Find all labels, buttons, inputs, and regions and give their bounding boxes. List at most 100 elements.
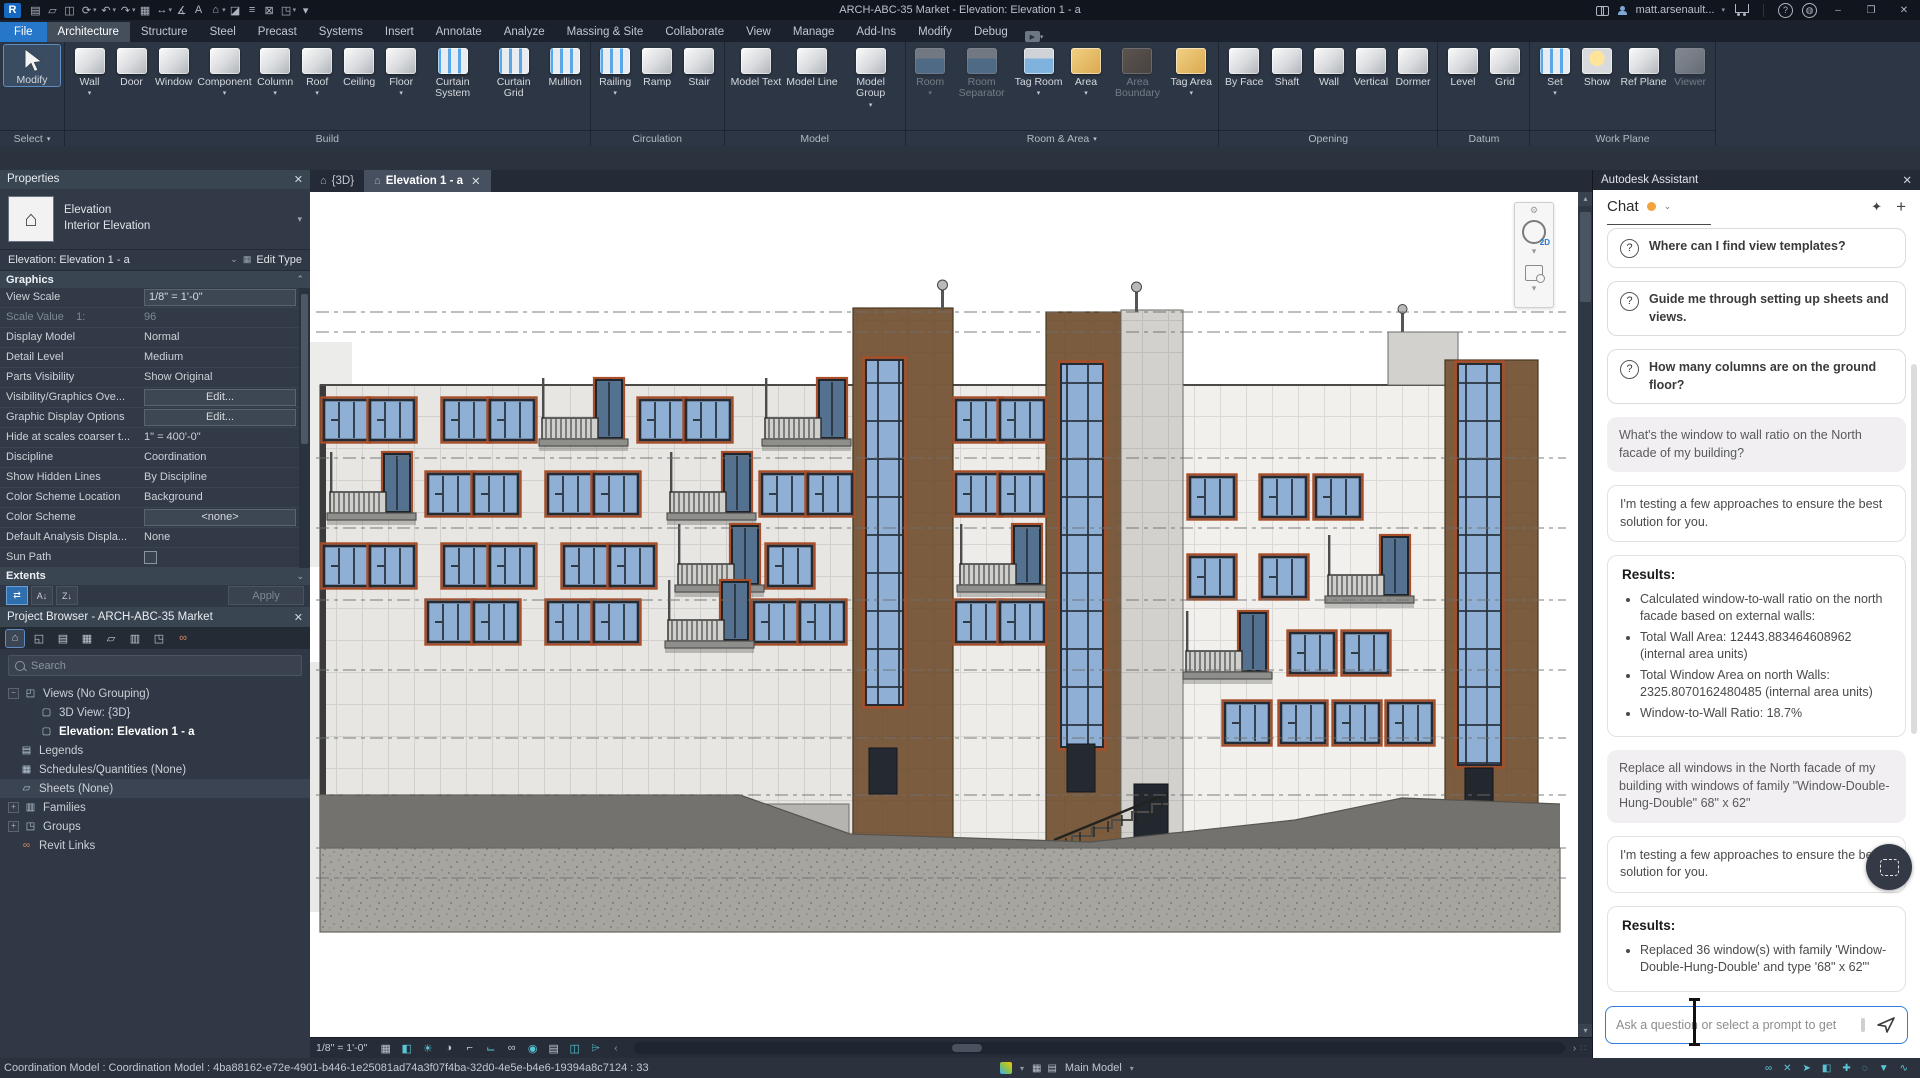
- dormer-button[interactable]: Dormer: [1392, 45, 1433, 88]
- save-icon[interactable]: ◫: [61, 2, 78, 18]
- show-button[interactable]: Show: [1576, 45, 1617, 88]
- vertical-scrollbar[interactable]: ▴ ▾: [1578, 192, 1593, 1038]
- text-icon[interactable]: A: [190, 2, 207, 18]
- property-text[interactable]: Coordination: [144, 451, 206, 463]
- view-scale-button[interactable]: 1/8" = 1'-0": [310, 1042, 375, 1054]
- panel-label-build[interactable]: Build: [65, 130, 590, 146]
- reveal-hidden-elements-icon[interactable]: ◉: [522, 1042, 543, 1055]
- vertical-button[interactable]: Vertical: [1350, 45, 1391, 88]
- tab-analyze[interactable]: Analyze: [493, 22, 556, 42]
- main-model-label[interactable]: Main Model: [1065, 1062, 1122, 1074]
- search-input[interactable]: Search: [8, 655, 302, 676]
- chat-scrollbar[interactable]: [1911, 364, 1917, 734]
- window-button[interactable]: Window: [153, 45, 194, 88]
- model-group-chevron-icon[interactable]: ▾: [869, 101, 873, 109]
- model-text-button[interactable]: Model Text: [729, 45, 784, 88]
- roof-chevron-icon[interactable]: ▾: [315, 89, 319, 97]
- tab-file[interactable]: File: [0, 22, 47, 42]
- tag-area-button[interactable]: Tag Area▾: [1168, 45, 1213, 97]
- selection-circle-icon[interactable]: ◌: [1862, 1063, 1868, 1074]
- crop-view-icon[interactable]: ⌐: [459, 1042, 480, 1055]
- wall-chevron-icon[interactable]: ▾: [88, 89, 92, 97]
- apply-button[interactable]: Apply: [228, 586, 304, 605]
- tree-item-families[interactable]: +▥Families: [0, 798, 310, 817]
- panel-label-datum[interactable]: Datum: [1438, 130, 1529, 146]
- view-tab-close-icon[interactable]: ✕: [471, 174, 481, 188]
- property-text[interactable]: Normal: [144, 331, 179, 343]
- horizontal-scroll-thumb[interactable]: [952, 1044, 982, 1052]
- tab-add-ins[interactable]: Add-Ins: [845, 22, 907, 42]
- home-icon[interactable]: ⌂: [6, 630, 24, 647]
- component-button[interactable]: Component▾: [195, 45, 253, 97]
- tab-manage[interactable]: Manage: [782, 22, 846, 42]
- roof-button[interactable]: Roof▾: [297, 45, 338, 97]
- expand-icon[interactable]: −: [8, 688, 19, 699]
- navigation-bar[interactable]: ⚙ ▾ ▾: [1514, 202, 1554, 308]
- ref-plane-button[interactable]: Ref Plane: [1618, 45, 1668, 88]
- assistant-close-icon[interactable]: ✕: [1902, 173, 1912, 187]
- shadows-icon[interactable]: ◑: [438, 1042, 459, 1055]
- modify-button[interactable]: Modify: [4, 45, 60, 86]
- property-text[interactable]: Show Original: [144, 371, 212, 383]
- redo-icon-chevron[interactable]: ▾: [132, 6, 136, 14]
- tag-room-button[interactable]: Tag Room▾: [1013, 45, 1065, 97]
- grid-button[interactable]: Grid: [1484, 45, 1525, 88]
- area-chevron-icon[interactable]: ▾: [1084, 89, 1088, 97]
- floor-chevron-icon[interactable]: ▾: [399, 89, 403, 97]
- tab-modify[interactable]: Modify: [907, 22, 963, 42]
- tree-item-views-no-grouping[interactable]: −◰Views (No Grouping): [0, 684, 310, 703]
- instance-chevron-icon[interactable]: ⌄: [230, 254, 238, 265]
- send-button[interactable]: [1873, 1012, 1899, 1038]
- horizontal-scrollbar[interactable]: [634, 1042, 1565, 1054]
- zoom-chevron-icon[interactable]: ▾: [1532, 283, 1537, 294]
- active-workset-icon[interactable]: ▦: [1032, 1063, 1041, 1074]
- chat-tab[interactable]: Chat ⌄: [1607, 190, 1711, 225]
- aligned-dimension-icon[interactable]: ∡: [173, 2, 190, 18]
- filter-icon[interactable]: ▼: [1879, 1063, 1889, 1074]
- wall-button[interactable]: Wall▾: [69, 45, 110, 97]
- property-text[interactable]: None: [144, 531, 170, 543]
- shaft-button[interactable]: Shaft: [1266, 45, 1307, 88]
- sync-icon-chevron[interactable]: ▾: [93, 6, 97, 14]
- tree-item-sheets-none[interactable]: ▱Sheets (None): [0, 779, 310, 798]
- media-chevron-icon[interactable]: ▾: [1040, 33, 1044, 41]
- close-button[interactable]: ✕: [1892, 5, 1916, 16]
- families-icon[interactable]: ▥: [126, 630, 144, 647]
- stair-button[interactable]: Stair: [679, 45, 720, 88]
- drag-elements-icon[interactable]: ✚: [1842, 1063, 1850, 1074]
- schedules-icon[interactable]: ▦: [78, 630, 96, 647]
- links-status-icon[interactable]: ∞: [1765, 1063, 1772, 1074]
- media-icon[interactable]: ▶: [1025, 31, 1040, 42]
- view-tab-elevation-1-a[interactable]: ⌂Elevation 1 - a✕: [364, 170, 491, 192]
- expand-icon[interactable]: +: [8, 821, 19, 832]
- sheets-icon[interactable]: ▱: [102, 630, 120, 647]
- edit-type-button[interactable]: Edit Type: [256, 254, 302, 266]
- views-icon[interactable]: ◱: [30, 630, 48, 647]
- tab-systems[interactable]: Systems: [308, 22, 374, 42]
- restore-button[interactable]: ❐: [1859, 5, 1883, 16]
- chat-input[interactable]: Ask a question or select a prompt to get: [1605, 1006, 1908, 1044]
- room-chevron-icon[interactable]: ▾: [928, 89, 932, 97]
- exclude-options-icon[interactable]: ✕: [1783, 1063, 1791, 1074]
- tree-item-schedules-quantities-none[interactable]: ▦Schedules/Quantities (None): [0, 760, 310, 779]
- properties-close-icon[interactable]: ✕: [294, 173, 303, 186]
- column-button[interactable]: Column▾: [255, 45, 296, 97]
- thin-lines-icon[interactable]: ≡: [244, 2, 261, 18]
- door-button[interactable]: Door: [111, 45, 152, 88]
- sort-za-icon[interactable]: Z↓: [56, 586, 78, 605]
- links-icon[interactable]: ∞: [174, 630, 192, 647]
- property-checkbox[interactable]: [144, 551, 157, 564]
- chat-chevron-icon[interactable]: ⌄: [1664, 201, 1672, 212]
- panel-label-opening[interactable]: Opening: [1219, 130, 1438, 146]
- app-store-cart-icon[interactable]: [1735, 4, 1749, 13]
- select-panel-label[interactable]: Select▾: [0, 130, 64, 146]
- property-button[interactable]: Edit...: [144, 409, 296, 426]
- user-avatar-icon[interactable]: [1618, 6, 1627, 15]
- area-button[interactable]: Area▾: [1065, 45, 1106, 97]
- assistant-launcher[interactable]: [1866, 844, 1912, 890]
- scroll-up-icon[interactable]: ▴: [1578, 192, 1593, 206]
- wall-button[interactable]: Wall: [1308, 45, 1349, 88]
- measure-icon-chevron[interactable]: ▾: [169, 6, 173, 14]
- assistant-titlebar-icon[interactable]: ◍: [1802, 3, 1817, 18]
- property-button[interactable]: Edit...: [144, 389, 296, 406]
